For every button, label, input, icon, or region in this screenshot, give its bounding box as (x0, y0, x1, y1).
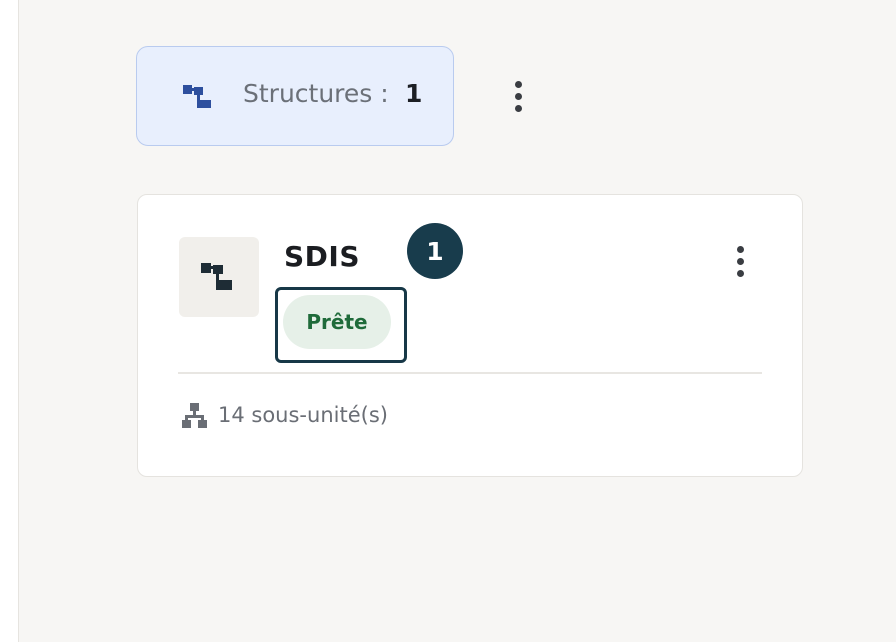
kebab-dot (514, 104, 522, 112)
structures-summary-pill[interactable]: Structures : 1 (136, 46, 454, 146)
summary-more-options-button[interactable] (506, 76, 530, 116)
status-chip[interactable]: Prête (283, 295, 391, 349)
step-badge: 1 (407, 223, 463, 279)
structure-icon (183, 83, 213, 109)
kebab-dot (736, 269, 744, 277)
hierarchy-icon (182, 403, 208, 433)
card-title: SDIS (284, 240, 360, 273)
structure-card[interactable]: SDIS 1 Prête 14 sous-unité(s) (137, 194, 803, 477)
structures-count: 1 (405, 79, 423, 108)
kebab-dot (514, 80, 522, 88)
left-panel-edge (0, 0, 19, 642)
structure-icon (201, 263, 232, 290)
kebab-dot (736, 257, 744, 265)
kebab-dot (736, 245, 744, 253)
status-focus-ring[interactable]: Prête (275, 287, 407, 363)
structures-label: Structures : (243, 79, 389, 108)
subunit-count: 14 sous-unité(s) (218, 403, 388, 427)
card-more-options-button[interactable] (728, 241, 752, 281)
card-divider (178, 372, 762, 374)
card-thumbnail (179, 237, 259, 317)
kebab-dot (514, 92, 522, 100)
